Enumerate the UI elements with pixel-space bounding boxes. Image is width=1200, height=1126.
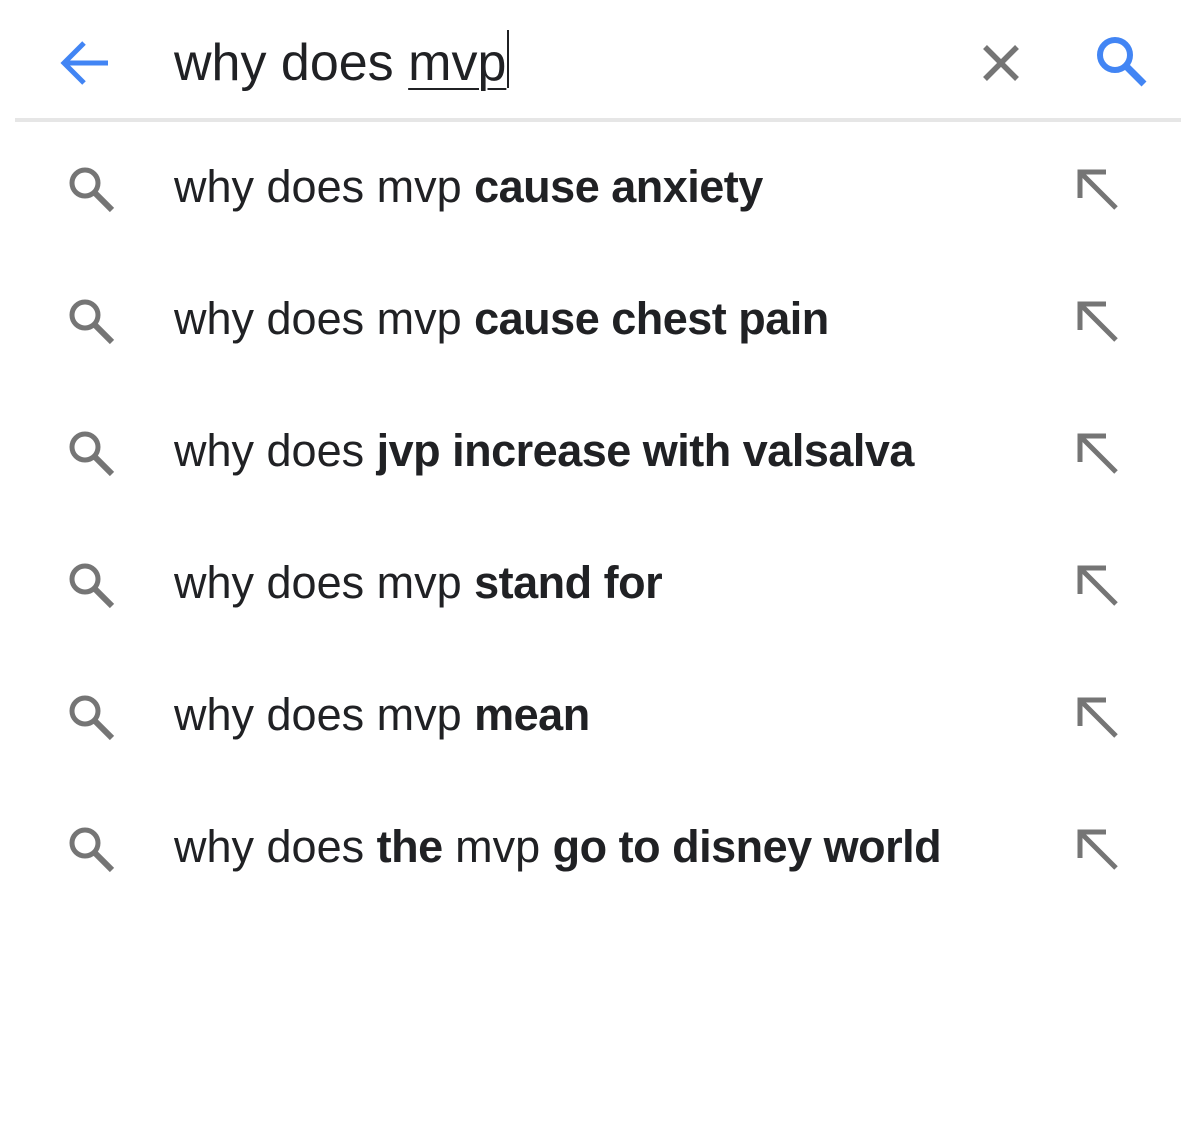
clear-button[interactable] <box>975 37 1027 89</box>
search-button[interactable] <box>1090 30 1154 94</box>
close-icon <box>983 45 1019 81</box>
suggestion-completion: go to disney world <box>552 821 942 872</box>
suggestion-completion: cause chest pain <box>474 293 829 344</box>
fill-query-arrow-icon[interactable] <box>1066 290 1130 354</box>
suggestion-text: why does mvp cause chest pain <box>174 284 829 354</box>
suggestion-text: why does mvp cause anxiety <box>174 152 763 222</box>
suggestion-item[interactable]: why does mvp cause anxiety <box>0 122 1200 254</box>
suggestion-typed-part: why does <box>174 821 377 872</box>
search-icon <box>62 820 122 880</box>
fill-query-arrow-icon[interactable] <box>1066 686 1130 750</box>
suggestion-completion: the <box>376 821 444 872</box>
search-icon <box>62 556 122 616</box>
fill-query-arrow-icon[interactable] <box>1066 158 1130 222</box>
suggestion-item[interactable]: why does jvp increase with valsalva <box>0 386 1200 518</box>
suggestion-text: why does the mvp go to disney world <box>174 812 942 882</box>
suggestion-text: why does mvp mean <box>174 680 590 750</box>
suggestion-typed-part: why does <box>174 425 377 476</box>
query-prefix: why does <box>174 34 409 92</box>
suggestion-typed-part: why does mvp <box>174 557 475 608</box>
search-icon <box>62 160 122 220</box>
arrow-left-icon <box>60 41 108 85</box>
suggestion-item[interactable]: why does mvp stand for <box>0 518 1200 650</box>
fill-query-arrow-icon[interactable] <box>1066 818 1130 882</box>
suggestion-completion: cause anxiety <box>474 161 763 212</box>
suggestion-item[interactable]: why does mvp mean <box>0 650 1200 782</box>
search-icon <box>62 292 122 352</box>
suggestion-text: why does jvp increase with valsalva <box>174 416 914 486</box>
suggestion-completion: mean <box>474 689 590 740</box>
fill-query-arrow-icon[interactable] <box>1066 554 1130 618</box>
suggestion-typed-part: why does mvp <box>174 161 475 212</box>
suggestion-typed-part: mvp <box>442 821 553 872</box>
search-input[interactable]: why does mvp <box>174 28 510 98</box>
text-caret <box>507 30 510 88</box>
suggestion-list: why does mvp cause anxiety why does mvp c… <box>0 122 1200 914</box>
back-button[interactable] <box>56 33 116 93</box>
search-icon <box>62 688 122 748</box>
search-icon <box>1097 37 1147 87</box>
query-composing-text: mvp <box>408 34 507 92</box>
suggestion-typed-part: why does mvp <box>174 689 475 740</box>
search-icon <box>62 424 122 484</box>
suggestion-item[interactable]: why does mvp cause chest pain <box>0 254 1200 386</box>
search-bar: why does mvp <box>0 0 1200 122</box>
suggestion-completion: stand for <box>474 557 663 608</box>
suggestion-typed-part: why does mvp <box>174 293 475 344</box>
suggestion-completion: jvp increase with valsalva <box>376 425 915 476</box>
fill-query-arrow-icon[interactable] <box>1066 422 1130 486</box>
suggestion-item[interactable]: why does the mvp go to disney world <box>0 782 1200 914</box>
suggestion-text: why does mvp stand for <box>174 548 663 618</box>
